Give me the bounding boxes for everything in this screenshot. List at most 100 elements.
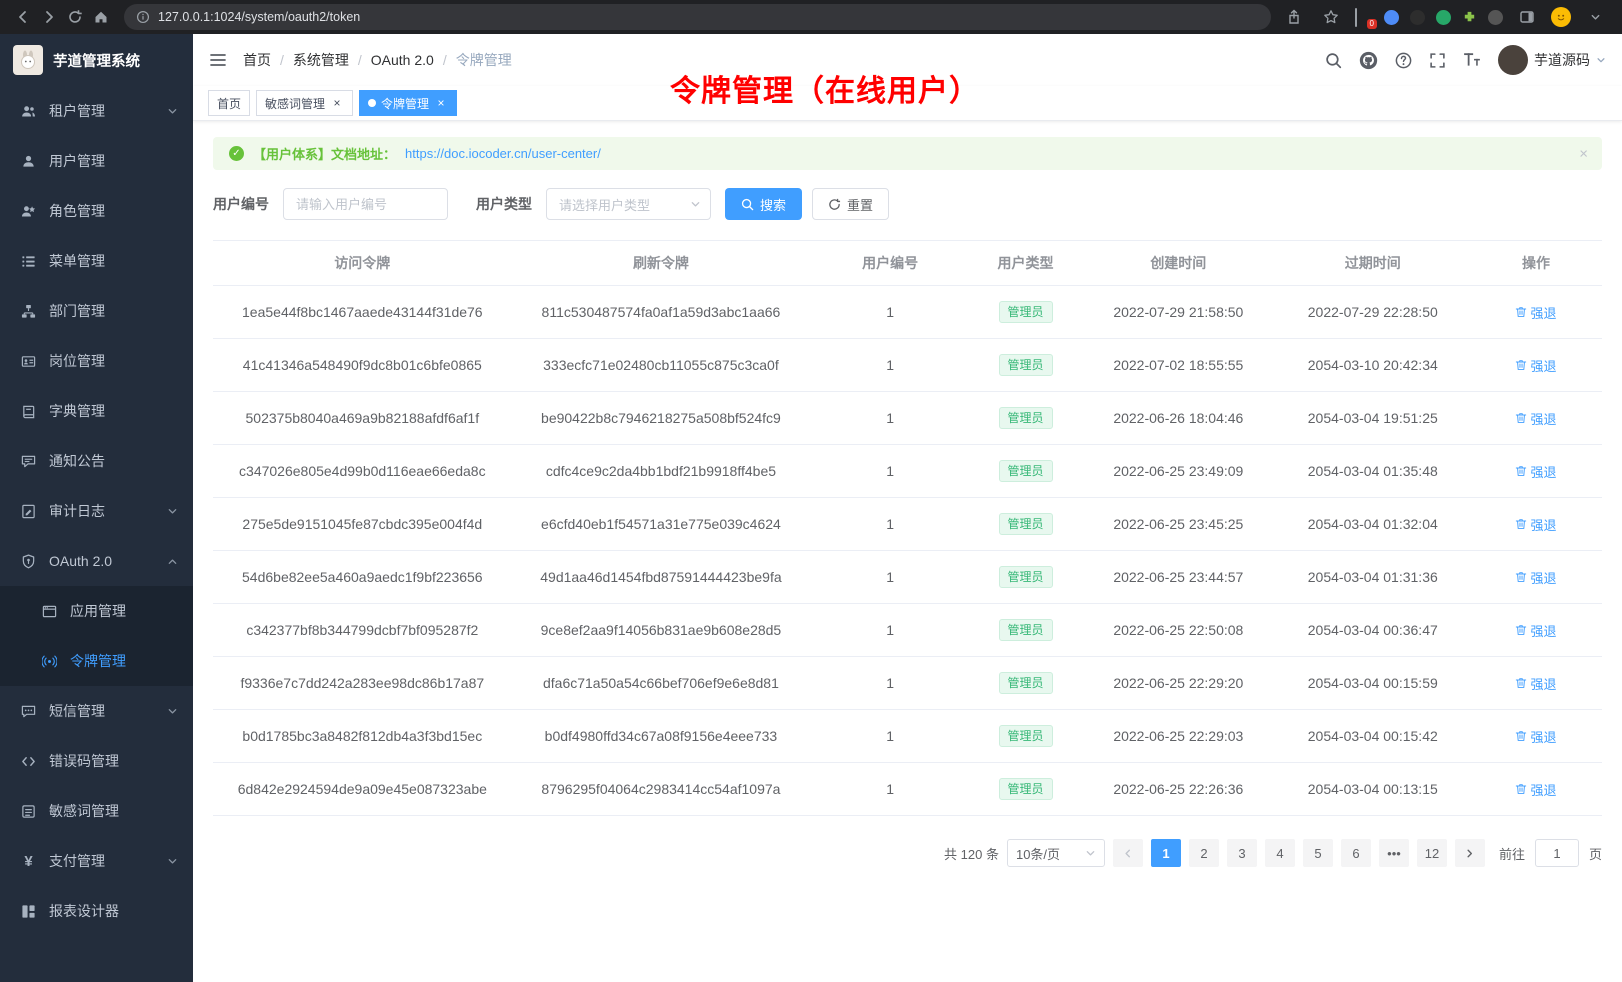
user-type-select[interactable]: 请选择用户类型 bbox=[546, 188, 711, 220]
home-icon[interactable] bbox=[88, 4, 114, 30]
side-panel-icon[interactable] bbox=[1514, 4, 1540, 30]
force-logout-button[interactable]: 强退 bbox=[1515, 727, 1556, 746]
trash-icon bbox=[1515, 359, 1527, 371]
extension-dark-icon[interactable] bbox=[1410, 10, 1425, 25]
next-page-button[interactable] bbox=[1455, 839, 1485, 867]
sidebar-item-user[interactable]: 用户管理 bbox=[0, 136, 193, 186]
force-logout-button[interactable]: 强退 bbox=[1515, 409, 1556, 428]
sidebar-item-payment[interactable]: ¥ 支付管理 bbox=[0, 836, 193, 886]
force-logout-button[interactable]: 强退 bbox=[1515, 674, 1556, 693]
chrome-menu-chevron-icon[interactable] bbox=[1582, 4, 1608, 30]
page-button-5[interactable]: 5 bbox=[1303, 839, 1333, 867]
sidebar-item-role[interactable]: 角色管理 bbox=[0, 186, 193, 236]
page-button-6[interactable]: 6 bbox=[1341, 839, 1371, 867]
user-menu[interactable]: 芋道源码 bbox=[1498, 45, 1606, 75]
fullscreen-icon[interactable] bbox=[1429, 52, 1446, 69]
sidebar-toggle-icon[interactable] bbox=[209, 51, 227, 69]
sidebar-item-sms[interactable]: 短信管理 bbox=[0, 686, 193, 736]
sidebar-item-app-management[interactable]: 应用管理 bbox=[0, 586, 193, 636]
tab-close-icon[interactable] bbox=[434, 96, 448, 110]
sidebar-item-dict[interactable]: 字典管理 bbox=[0, 386, 193, 436]
back-icon[interactable] bbox=[10, 4, 36, 30]
refresh-token-cell: 49d1aa46d1454fbd87591444423be9fa bbox=[512, 551, 811, 604]
sidebar-item-label: 错误码管理 bbox=[49, 751, 178, 771]
font-size-icon[interactable] bbox=[1463, 52, 1481, 68]
trash-icon bbox=[1515, 624, 1527, 636]
github-icon[interactable] bbox=[1359, 51, 1378, 70]
col-refresh-token: 刷新令牌 bbox=[512, 241, 811, 286]
force-logout-button[interactable]: 强退 bbox=[1515, 515, 1556, 534]
action-cell: 强退 bbox=[1470, 392, 1602, 445]
search-button[interactable]: 搜索 bbox=[725, 188, 802, 220]
annotation-text: 令牌管理（在线用户） bbox=[670, 66, 980, 110]
more-pages-button[interactable]: ••• bbox=[1379, 839, 1409, 867]
page-button-4[interactable]: 4 bbox=[1265, 839, 1295, 867]
tab-token-management[interactable]: 令牌管理 bbox=[359, 90, 457, 116]
page-button-3[interactable]: 3 bbox=[1227, 839, 1257, 867]
expires-cell: 2054-03-04 00:13:15 bbox=[1276, 763, 1470, 816]
breadcrumb-home[interactable]: 首页 bbox=[243, 50, 271, 70]
page-button-1[interactable]: 1 bbox=[1151, 839, 1181, 867]
extension-paw-icon[interactable] bbox=[1488, 10, 1503, 25]
action-cell: 强退 bbox=[1470, 657, 1602, 710]
forward-icon[interactable] bbox=[36, 4, 62, 30]
page-button-12[interactable]: 12 bbox=[1417, 839, 1447, 867]
user-type-cell: 管理员 bbox=[970, 445, 1081, 498]
app-logo[interactable]: 芋道管理系统 bbox=[0, 34, 193, 86]
force-logout-button[interactable]: 强退 bbox=[1515, 462, 1556, 481]
user-type-cell: 管理员 bbox=[970, 498, 1081, 551]
tab-home[interactable]: 首页 bbox=[208, 90, 250, 116]
browser-profile-avatar[interactable] bbox=[1551, 7, 1571, 27]
force-logout-button[interactable]: 强退 bbox=[1515, 303, 1556, 322]
goto-page-input[interactable] bbox=[1535, 839, 1579, 867]
sidebar-item-menu[interactable]: 菜单管理 bbox=[0, 236, 193, 286]
reset-button[interactable]: 重置 bbox=[812, 188, 889, 220]
force-logout-button[interactable]: 强退 bbox=[1515, 780, 1556, 799]
sidebar-item-notice[interactable]: 通知公告 bbox=[0, 436, 193, 486]
doc-link[interactable]: https://doc.iocoder.cn/user-center/ bbox=[405, 146, 601, 161]
sidebar-item-oauth[interactable]: OAuth 2.0 bbox=[0, 536, 193, 586]
breadcrumb-system[interactable]: 系统管理 bbox=[293, 50, 349, 70]
page-size-select[interactable]: 10条/页 bbox=[1007, 839, 1105, 867]
force-logout-button[interactable]: 强退 bbox=[1515, 356, 1556, 375]
alert-close-icon[interactable] bbox=[1579, 145, 1588, 162]
user-id-cell: 1 bbox=[810, 551, 970, 604]
force-logout-button[interactable]: 强退 bbox=[1515, 568, 1556, 587]
tab-label: 首页 bbox=[217, 95, 241, 112]
extension-blue-icon[interactable] bbox=[1384, 10, 1399, 25]
sidebar-item-sensitive-word[interactable]: 敏感词管理 bbox=[0, 786, 193, 836]
refresh-token-cell: cdfc4ce9c2da4bb1bdf21b9918ff4be5 bbox=[512, 445, 811, 498]
action-cell: 强退 bbox=[1470, 498, 1602, 551]
sidebar-item-audit-log[interactable]: 审计日志 bbox=[0, 486, 193, 536]
help-icon[interactable] bbox=[1395, 52, 1412, 69]
expires-cell: 2054-03-04 19:51:25 bbox=[1276, 392, 1470, 445]
reload-icon[interactable] bbox=[62, 4, 88, 30]
tab-close-icon[interactable] bbox=[330, 96, 344, 110]
url-bar[interactable]: 127.0.0.1:1024/system/oauth2/token bbox=[124, 4, 1271, 30]
extension-puzzle-icon[interactable] bbox=[1462, 10, 1477, 25]
extension-badged-icon[interactable]: 0 bbox=[1355, 9, 1373, 25]
sidebar-item-error-code[interactable]: 错误码管理 bbox=[0, 736, 193, 786]
share-icon[interactable] bbox=[1281, 4, 1307, 30]
sidebar-item-token-management[interactable]: 令牌管理 bbox=[0, 636, 193, 686]
force-logout-button[interactable]: 强退 bbox=[1515, 621, 1556, 640]
sidebar-item-report-designer[interactable]: 报表设计器 bbox=[0, 886, 193, 936]
created-cell: 2022-06-25 22:26:36 bbox=[1081, 763, 1275, 816]
search-icon[interactable] bbox=[1325, 52, 1342, 69]
sidebar-item-tenant[interactable]: 租户管理 bbox=[0, 86, 193, 136]
breadcrumb-oauth[interactable]: OAuth 2.0 bbox=[371, 52, 434, 68]
user-id-input[interactable] bbox=[283, 188, 448, 220]
tab-sensitive-word[interactable]: 敏感词管理 bbox=[256, 90, 353, 116]
site-info-icon[interactable] bbox=[136, 10, 150, 24]
sidebar-item-post[interactable]: 岗位管理 bbox=[0, 336, 193, 386]
chevron-down-icon bbox=[690, 199, 701, 210]
bookmark-star-icon[interactable] bbox=[1318, 4, 1344, 30]
sidebar-item-dept[interactable]: 部门管理 bbox=[0, 286, 193, 336]
extension-green-icon[interactable] bbox=[1436, 10, 1451, 25]
refresh-token-cell: b0df4980ffd34c67a08f9156e4eee733 bbox=[512, 710, 811, 763]
prev-page-button[interactable] bbox=[1113, 839, 1143, 867]
page-button-2[interactable]: 2 bbox=[1189, 839, 1219, 867]
user-type-badge: 管理员 bbox=[999, 725, 1053, 747]
url-text: 127.0.0.1:1024/system/oauth2/token bbox=[158, 10, 360, 24]
access-token-cell: f9336e7c7dd242a283ee98dc86b17a87 bbox=[213, 657, 512, 710]
